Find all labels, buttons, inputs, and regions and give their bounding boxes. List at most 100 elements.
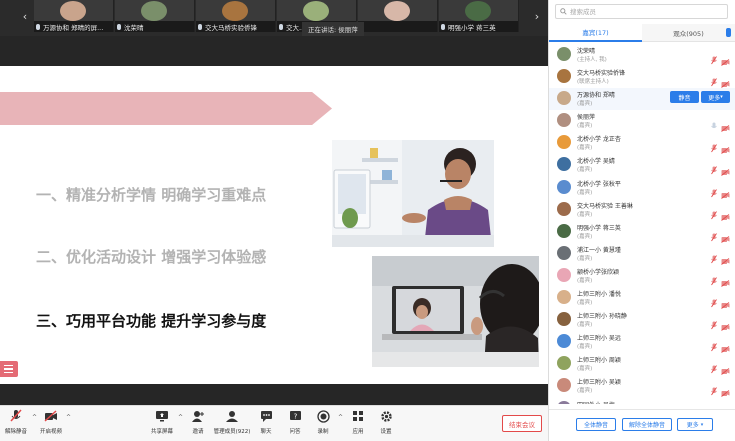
participants-panel: 嘉宾(17) 观众(905) 沈荣晴 (主持人, 我) 交大马桥实验侨锋(联席主持人…	[548, 0, 735, 441]
member-search[interactable]	[555, 4, 728, 19]
member-row[interactable]: 北桥小学 吴婧 (嘉宾)	[549, 154, 735, 177]
member-row[interactable]: 万源协和 郑晴 (嘉宾) 静音 更多 ▾	[549, 88, 735, 111]
strip-next-icon[interactable]: ›	[530, 0, 544, 32]
pin-icon[interactable]	[726, 28, 731, 37]
camera-off-icon[interactable]	[721, 206, 730, 221]
camera-off-icon[interactable]	[721, 250, 730, 265]
mic-muted-icon[interactable]	[711, 138, 717, 153]
member-name: 上师三附小 孙晓静	[577, 313, 627, 321]
avatar	[557, 223, 571, 238]
camera-off-icon[interactable]	[721, 316, 730, 331]
mic-muted-icon[interactable]	[711, 381, 717, 396]
member-name: 明强小学 蒋三英	[577, 224, 621, 232]
mic-muted-icon[interactable]	[711, 315, 717, 330]
member-role: (嘉宾)	[577, 322, 593, 329]
video-tile[interactable]: 交大马桥实验侨锋	[196, 0, 276, 32]
invite-label: 邀请	[192, 429, 204, 435]
camera-off-icon[interactable]	[721, 51, 730, 66]
qa-label: 问答	[289, 429, 301, 435]
member-row[interactable]: 田园外小 吴梅(嘉宾)	[549, 398, 735, 405]
member-name: 北桥小学 吴婧	[577, 158, 615, 166]
member-role: (嘉宾)	[577, 233, 593, 240]
member-row[interactable]: 侯丽萍 (嘉宾)	[549, 110, 735, 133]
mic-muted-icon[interactable]	[711, 271, 717, 286]
svg-text:?: ?	[293, 413, 297, 421]
member-name: 侯丽萍	[577, 114, 596, 122]
settings-button[interactable]: 设置	[368, 409, 404, 435]
mic-muted-icon[interactable]	[711, 337, 717, 352]
member-row[interactable]: 北桥小学 张秋平 (嘉宾)	[549, 177, 735, 199]
member-row[interactable]: 上师三附小 吴远 (嘉宾)	[549, 331, 735, 354]
camera-off-icon[interactable]	[721, 228, 730, 243]
camera-off-icon[interactable]	[721, 338, 730, 354]
mic-muted-icon[interactable]	[711, 160, 717, 175]
mic-icon	[117, 23, 121, 30]
avatar	[557, 47, 571, 61]
avatar	[465, 1, 491, 21]
member-row[interactable]: 浦江一小 黄慧瑾 (嘉宾)	[549, 243, 735, 265]
camera-off-icon[interactable]	[721, 272, 730, 287]
mute-all-button[interactable]: 全体静音	[576, 418, 616, 431]
member-row[interactable]: 颛桥小学张欣颖 (嘉宾)	[549, 265, 735, 287]
slide-point-3: 三、巧用平台功能 提升学习参与度	[36, 312, 267, 330]
mic-muted-icon[interactable]	[711, 50, 717, 65]
video-tile[interactable]: 万源协和 郑晴的屏...	[34, 0, 114, 32]
camera-off-icon[interactable]	[721, 139, 730, 155]
mic-muted-icon[interactable]	[711, 205, 717, 219]
member-row[interactable]: 上师三附小 吴颖 (嘉宾)	[549, 375, 735, 398]
slide-title: 关注学生学习经历 提升在线教学实效	[10, 75, 297, 95]
slide-menu-button[interactable]	[0, 361, 18, 377]
member-name: 颛桥小学张欣颖	[577, 268, 620, 276]
member-row[interactable]: 上师三附小 孙晓静 (嘉宾)	[549, 309, 735, 331]
member-mute-button[interactable]: 静音	[670, 91, 699, 104]
share-screen-button[interactable]: 共享屏幕	[144, 409, 180, 435]
camera-off-icon[interactable]	[721, 117, 730, 133]
invite-button[interactable]: 邀请	[180, 409, 216, 435]
member-row[interactable]: 北桥小学 龙正杏 (嘉宾)	[549, 132, 735, 155]
video-tile[interactable]: 明强小学 蒋三英	[439, 0, 519, 32]
mic-muted-icon[interactable]	[711, 404, 717, 405]
start-video-button[interactable]: 开启视频	[33, 409, 69, 435]
camera-off-icon[interactable]	[721, 382, 730, 398]
member-role: (嘉宾)	[577, 145, 593, 152]
member-more-button[interactable]: 更多 ▾	[701, 91, 730, 104]
avatar	[557, 334, 571, 349]
member-row[interactable]: 交大马桥实验 王善琳 (嘉宾)	[549, 199, 735, 221]
member-row[interactable]: 沈荣晴 (主持人, 我)	[549, 44, 735, 66]
mic-muted-icon[interactable]	[711, 249, 717, 264]
unmute-button[interactable]: 解除静音	[0, 409, 34, 435]
search-input[interactable]	[570, 7, 720, 16]
tab-audience[interactable]: 观众(905)	[642, 24, 735, 42]
tab-guests[interactable]: 嘉宾(17)	[549, 24, 642, 42]
member-row[interactable]: 交大马桥实验侨锋 (联席主持人)	[549, 66, 735, 88]
chevron-up-icon[interactable]: ^	[66, 414, 71, 421]
panel-more-button[interactable]: 更多 ▾	[677, 418, 713, 431]
member-role: (嘉宾)	[577, 123, 593, 130]
member-name: 沈荣晴	[577, 48, 596, 55]
unmute-all-button[interactable]: 解除全体静音	[622, 418, 672, 431]
mic-icon[interactable]	[711, 116, 717, 129]
member-row[interactable]: 上师三附小 周颖 (嘉宾)	[549, 353, 735, 376]
member-row[interactable]: 上师三附小 潘悦 (嘉宾)	[549, 287, 735, 309]
mic-muted-icon[interactable]	[711, 293, 717, 308]
camera-off-icon[interactable]	[721, 161, 730, 177]
end-meeting-button[interactable]: 结束会议	[502, 415, 542, 432]
avatar	[557, 91, 571, 106]
member-row[interactable]: 明强小学 蒋三英 (嘉宾)	[549, 221, 735, 243]
camera-off-icon[interactable]	[721, 294, 730, 309]
video-tile[interactable]	[358, 0, 438, 32]
strip-prev-icon[interactable]: ‹	[18, 0, 32, 32]
mic-muted-icon[interactable]	[711, 72, 717, 87]
camera-off-icon[interactable]	[721, 73, 730, 88]
camera-off-icon[interactable]	[721, 184, 730, 199]
record-button[interactable]: 录制	[305, 409, 341, 435]
video-tile[interactable]: 沈荣晴	[115, 0, 195, 32]
chat-label: 聊天	[260, 429, 272, 435]
mic-muted-icon[interactable]	[711, 183, 717, 197]
camera-off-icon[interactable]	[721, 360, 730, 376]
slide-point-2: 二、优化活动设计 增强学习体验感	[36, 248, 267, 266]
mic-muted-icon[interactable]	[711, 227, 717, 241]
manage-members-button[interactable]: 管理成员(922)	[214, 409, 250, 435]
mic-muted-icon[interactable]	[711, 359, 717, 374]
member-role: (嘉宾)	[577, 277, 593, 284]
